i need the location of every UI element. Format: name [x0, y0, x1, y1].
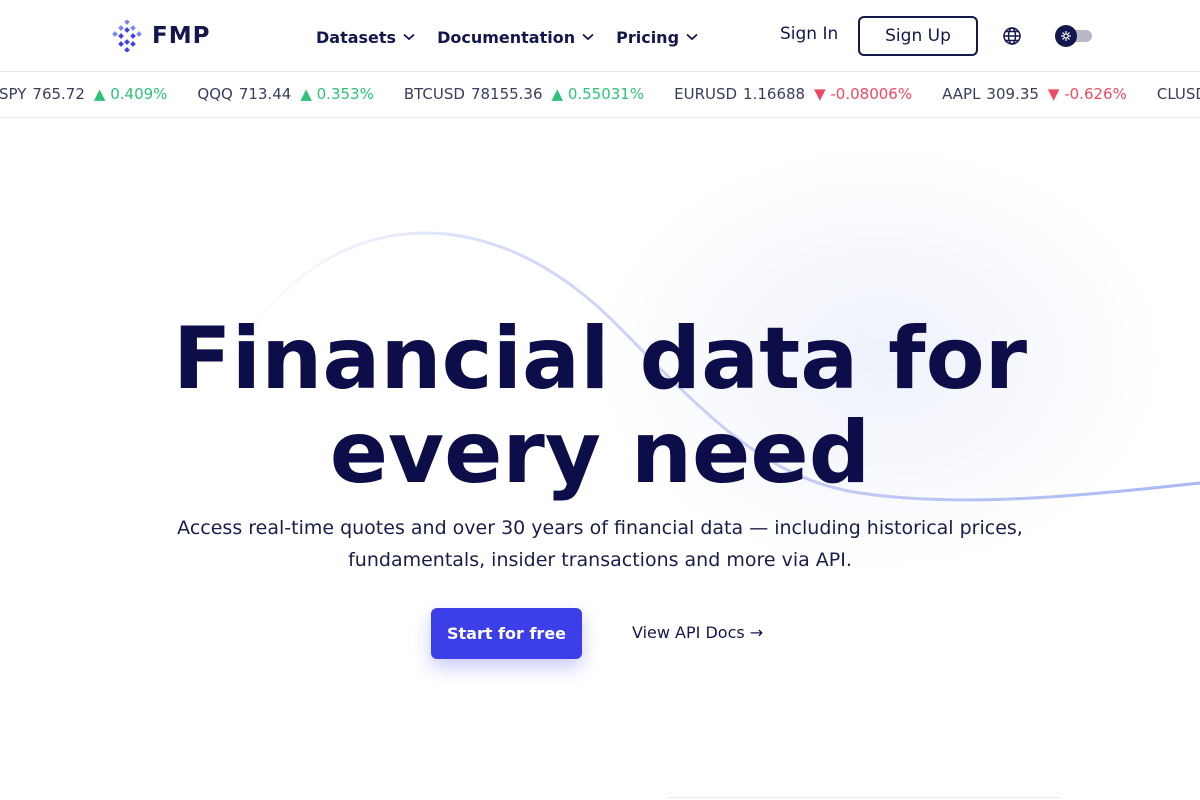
nav-datasets-label: Datasets: [316, 27, 397, 47]
ticker-symbol: CLUSD: [1156, 85, 1200, 103]
theme-toggle-icon: [1061, 31, 1071, 41]
ticker-change-up: ▲ 0.409%: [93, 85, 168, 103]
nav-datasets[interactable]: Datasets: [316, 24, 415, 50]
ticker-symbol: QQQ: [197, 85, 233, 103]
ticker-price: 713.44: [238, 85, 292, 103]
fmp-logo-icon: [112, 20, 142, 52]
ticker-change-up: ▲ 0.55031%: [551, 85, 645, 103]
ticker-change-down: ▼ -0.08006%: [814, 85, 913, 103]
ticker-symbol: BTCUSD: [403, 85, 465, 103]
ticker-item[interactable]: BTCUSD 78155.36 ▲ 0.55031%: [404, 85, 644, 103]
hero-title: Financial data for every need: [0, 312, 1200, 500]
ticker-price: 765.72: [32, 85, 85, 103]
ticker-price: 78155.36: [470, 85, 543, 103]
ticker-item[interactable]: QQQ 713.44 ▲ 0.353%: [197, 85, 373, 103]
ticker-price: 1.16688: [743, 85, 806, 103]
hero-subtitle: Access real-time quotes and over 30 year…: [150, 512, 1050, 576]
site-header: FMP Datasets Documentation Pricing Sign …: [0, 0, 1200, 72]
ticker-track: SPY 765.72 ▲ 0.409% QQQ 713.44 ▲ 0.353% BTCUSD…: [0, 85, 1200, 103]
ticker-symbol: EURUSD: [674, 85, 738, 103]
ticker-change-down: ▼ -0.626%: [1047, 85, 1127, 103]
nav-pricing[interactable]: Pricing: [616, 24, 698, 50]
nav-pricing-label: Pricing: [616, 27, 680, 47]
ticker-item[interactable]: SPY 765.72 ▲ 0.409%: [0, 85, 167, 103]
section-divider: [668, 797, 1060, 798]
language-selector[interactable]: [1002, 26, 1022, 50]
ticker-change-up: ▲ 0.353%: [300, 85, 374, 103]
globe-icon: [1003, 27, 1021, 45]
sign-in-link[interactable]: Sign In: [780, 24, 838, 44]
theme-toggle[interactable]: [1055, 25, 1093, 47]
ticker-item[interactable]: EURUSD 1.16688 ▼ -0.08006%: [674, 85, 912, 103]
market-ticker: SPY 765.72 ▲ 0.409% QQQ 713.44 ▲ 0.353% BTCUSD…: [0, 72, 1200, 118]
nav-documentation[interactable]: Documentation: [437, 24, 594, 50]
ticker-item[interactable]: CLUSD8: [1157, 85, 1200, 103]
view-api-docs-link[interactable]: View API Docs →: [632, 623, 763, 642]
ticker-item[interactable]: AAPL 309.35 ▼ -0.626%: [942, 85, 1127, 103]
logo-text: FMP: [152, 23, 211, 49]
hero-title-line1: Financial data for: [172, 309, 1028, 409]
hero-title-line2: every need: [329, 403, 871, 503]
sign-up-button[interactable]: Sign Up: [858, 16, 978, 56]
chevron-down-icon: [582, 33, 594, 41]
chevron-down-icon: [403, 33, 415, 41]
start-for-free-button[interactable]: Start for free: [431, 608, 582, 659]
ticker-price: 309.35: [986, 85, 1039, 103]
hero-subtitle-line2: fundamentals, insider transactions and m…: [348, 549, 852, 571]
main-nav: Datasets Documentation Pricing: [316, 24, 720, 50]
nav-documentation-label: Documentation: [437, 27, 576, 47]
hero-subtitle-line1: Access real-time quotes and over 30 year…: [177, 517, 1023, 539]
theme-toggle-knob: [1055, 25, 1077, 47]
ticker-symbol: AAPL: [942, 85, 981, 103]
logo[interactable]: FMP: [111, 20, 210, 52]
ticker-symbol: SPY: [0, 85, 27, 103]
chevron-down-icon: [686, 33, 698, 41]
